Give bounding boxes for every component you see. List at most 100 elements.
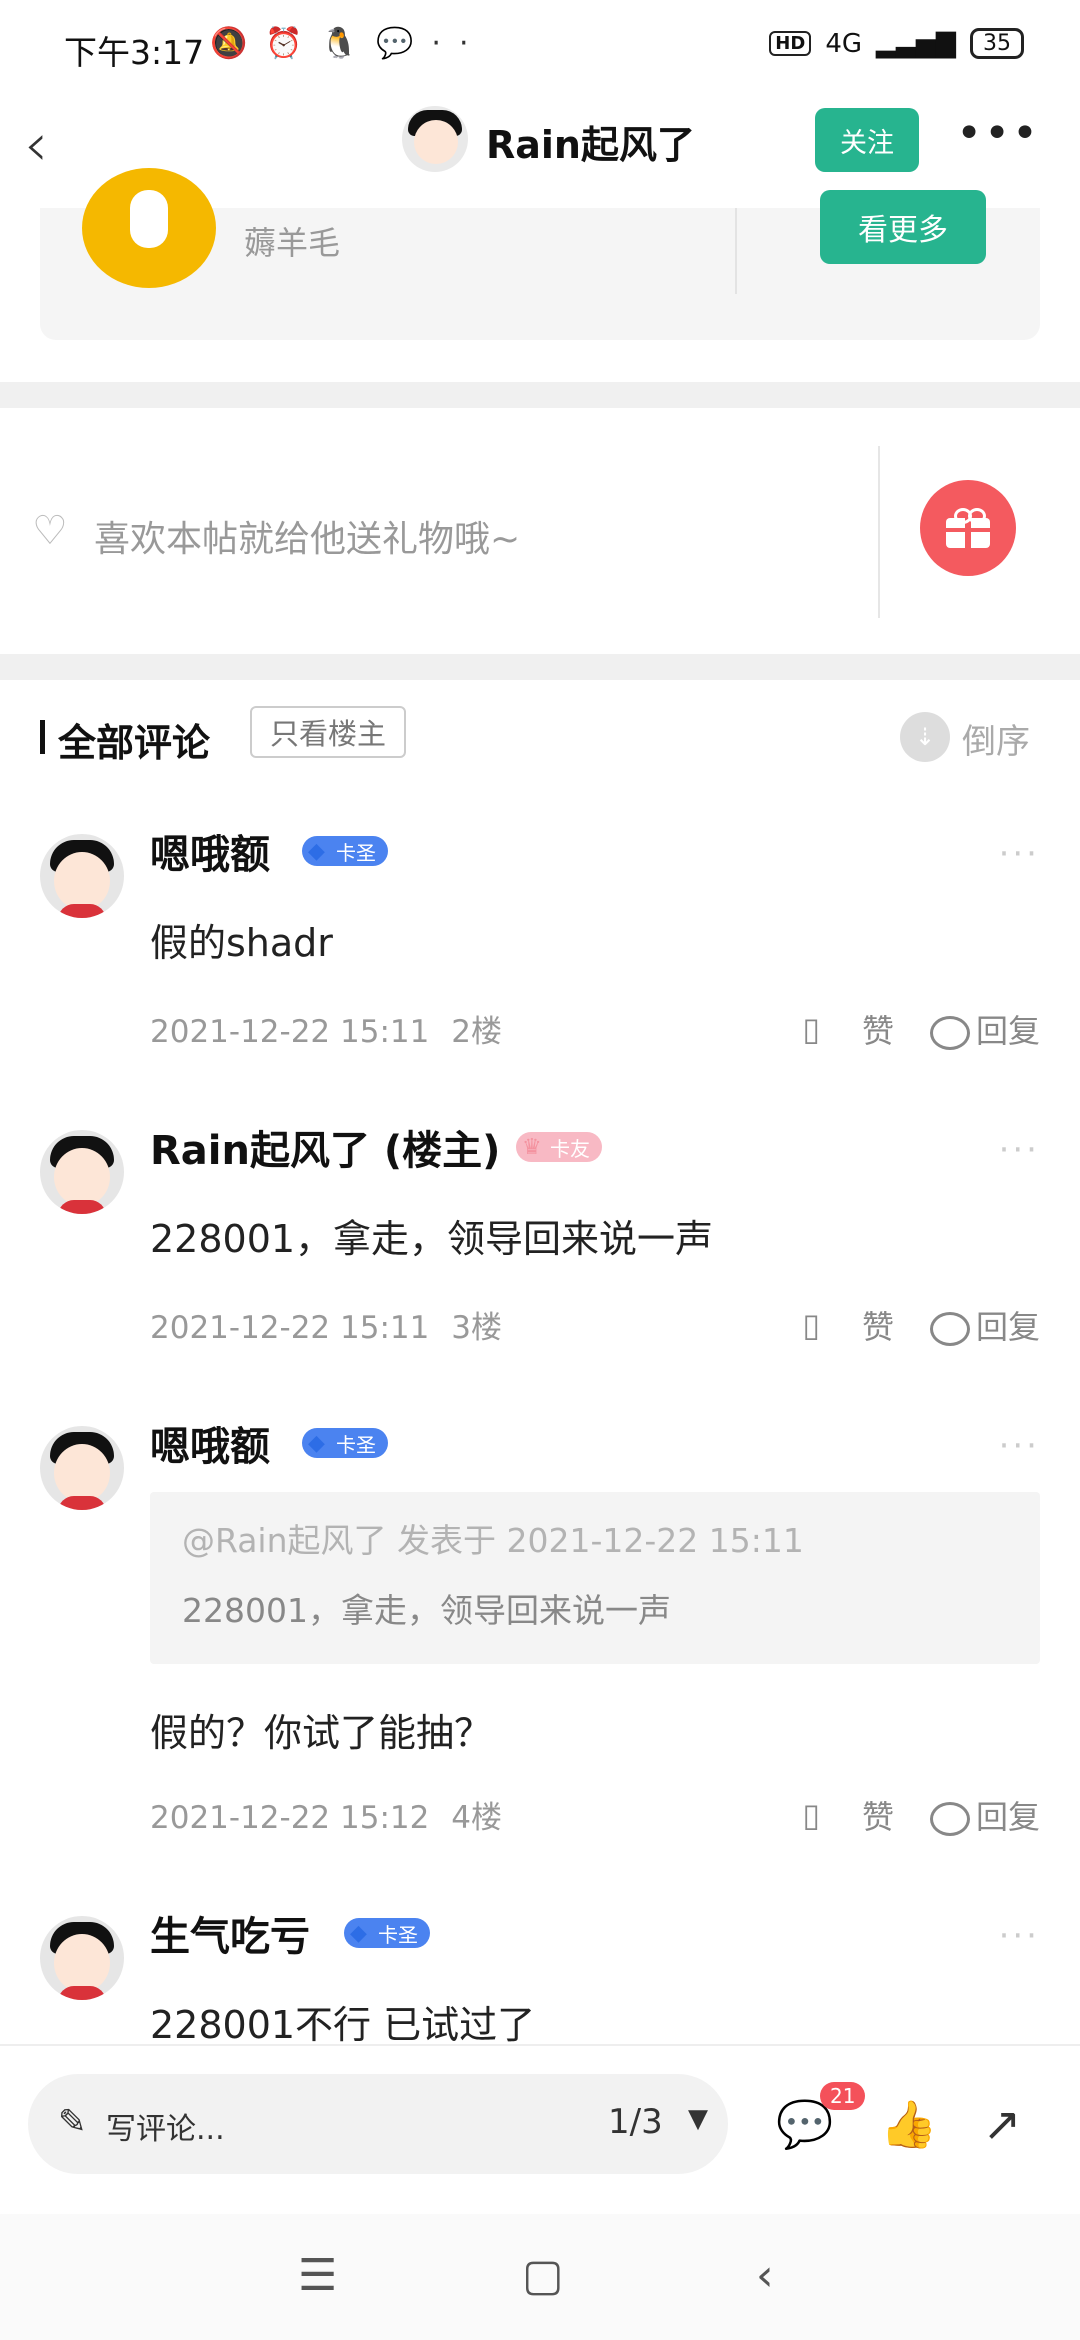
sort-icon[interactable]: ⇣: [900, 712, 950, 762]
comment-item: Rain起风了 (楼主) ♛ 卡友 ··· 228001，拿走，领导回来说一声 …: [0, 1086, 1080, 1384]
reply-bubble-icon: [929, 1802, 970, 1836]
gift-button[interactable]: [920, 480, 1016, 576]
badge-label: 卡圣: [336, 840, 376, 865]
comment-username[interactable]: 生气吃亏: [150, 1904, 310, 1962]
comment-time: 2021-12-22 15:11: [150, 1310, 430, 1346]
comment-meta: 2021-12-22 15:11 3楼: [150, 1302, 502, 1347]
comment-item: 生气吃亏 ◆ 卡圣 ··· 228001不行 已试过了: [0, 1872, 1080, 2047]
comment-time: 2021-12-22 15:11: [150, 1014, 430, 1050]
comment-more-icon[interactable]: ···: [999, 834, 1040, 874]
card-logo-inner: [130, 190, 168, 248]
user-badge: ◆ 卡圣: [344, 1918, 430, 1948]
comment-actions: ▯ 赞 回复: [802, 1006, 1040, 1052]
user-badge: ♛ 卡友: [516, 1132, 602, 1162]
comment-more-icon[interactable]: ···: [999, 1916, 1040, 1956]
like-button[interactable]: 赞: [862, 1302, 894, 1348]
quote-header: @Rain起风了 发表于 2021-12-22 15:11: [182, 1521, 804, 1560]
reply-button[interactable]: 回复: [929, 1006, 1040, 1052]
gift-divider: [878, 446, 880, 618]
badge-label: 卡圣: [378, 1922, 418, 1947]
status-right: HD 4G ▂▃▅▇ 35: [769, 28, 1024, 59]
comment-item: 嗯哦额 ◆ 卡圣 ··· @Rain起风了 发表于 2021-12-22 15:…: [0, 1382, 1080, 1874]
comment-username[interactable]: 嗯哦额: [150, 1414, 270, 1472]
comment-text: 228001不行 已试过了: [150, 2003, 536, 2047]
avatar-face: [54, 1148, 110, 1206]
author-name[interactable]: Rain起风了: [486, 114, 695, 169]
card-subtitle: 薅羊毛: [244, 224, 341, 262]
diamond-icon: ◆: [308, 1431, 325, 1456]
like-button[interactable]: 赞: [862, 1006, 894, 1052]
avatar[interactable]: [40, 1130, 124, 1214]
write-comment-placeholder: 写评论...: [106, 2112, 225, 2147]
page-indicator[interactable]: 1/3: [608, 2102, 663, 2142]
avatar-shirt: [58, 1496, 106, 1510]
comment-more-icon[interactable]: ···: [999, 1426, 1040, 1466]
hd-icon: HD: [769, 31, 812, 56]
sort-toggle[interactable]: 倒序: [962, 714, 1030, 763]
like-icon[interactable]: ▯: [802, 1306, 820, 1344]
network-label: 4G: [825, 28, 863, 59]
back-arrow-icon[interactable]: ‹: [24, 110, 48, 180]
comment-actions: ▯ 赞 回复: [802, 1792, 1040, 1838]
comment-count-badge: 21: [820, 2082, 866, 2110]
more-horizontal-icon[interactable]: •••: [956, 108, 1040, 159]
user-badge: ◆ 卡圣: [302, 1428, 388, 1458]
avatar-face: [54, 1934, 110, 1992]
comment-meta: 2021-12-22 15:11 2楼: [150, 1006, 502, 1051]
comment-username[interactable]: Rain起风了 (楼主): [150, 1118, 500, 1176]
user-badge: ◆ 卡圣: [302, 836, 388, 866]
only-op-filter[interactable]: 只看楼主: [250, 706, 407, 758]
comment-floor: 3楼: [451, 1310, 502, 1346]
gift-prompt: 喜欢本帖就给他送礼物哦~: [94, 519, 521, 560]
gift-row: ♡ 喜欢本帖就给他送礼物哦~: [0, 410, 1080, 654]
avatar-shirt: [58, 1200, 106, 1214]
signal-icon: ▂▃▅▇: [876, 28, 956, 59]
bottom-action-bar: ✎ 写评论... 1/3 ▼ 💬 21 👍 ↗: [0, 2044, 1080, 2216]
comment-time: 2021-12-22 15:12: [150, 1800, 430, 1836]
comment-username[interactable]: 嗯哦额: [150, 822, 270, 880]
like-icon[interactable]: ▯: [802, 1010, 820, 1048]
author-avatar[interactable]: [402, 106, 468, 172]
diamond-icon: ◆: [308, 839, 325, 864]
badge-label: 卡圣: [336, 1432, 376, 1457]
card-divider: [735, 208, 737, 294]
status-time: 下午3:17: [64, 33, 205, 72]
card-logo: [82, 168, 216, 288]
follow-button[interactable]: 关注: [815, 108, 919, 172]
system-nav-bar: ☰ ▢ ‹: [0, 2214, 1080, 2340]
comment-floor: 4楼: [451, 1800, 502, 1836]
comment-floor: 2楼: [451, 1014, 502, 1050]
like-icon[interactable]: ▯: [802, 1796, 820, 1834]
reply-button[interactable]: 回复: [929, 1792, 1040, 1838]
home-icon[interactable]: ▢: [522, 2250, 564, 2301]
reply-bubble-icon: [929, 1312, 970, 1346]
quoted-comment[interactable]: @Rain起风了 发表于 2021-12-22 15:11 228001，拿走，…: [150, 1492, 1040, 1664]
avatar-shirt: [58, 904, 106, 918]
share-icon[interactable]: ↗: [974, 2096, 1030, 2152]
menu-icon[interactable]: ☰: [298, 2250, 337, 2301]
quote-body: 228001，拿走，领导回来说一声: [182, 1591, 671, 1630]
write-comment-input[interactable]: ✎ 写评论... 1/3 ▼: [28, 2074, 728, 2174]
comment-more-icon[interactable]: ···: [999, 1130, 1040, 1170]
caret-down-icon[interactable]: ▼: [688, 2104, 708, 2134]
comments-title: 全部评论: [58, 721, 211, 765]
thumbs-up-icon[interactable]: 👍: [880, 2096, 937, 2152]
avatar-shirt: [58, 1986, 106, 2000]
comment-text: 假的？你试了能抽？: [150, 1711, 493, 1755]
pencil-icon: ✎: [58, 2102, 87, 2142]
avatar-face: [54, 852, 110, 910]
avatar-face: [54, 1444, 110, 1502]
like-button[interactable]: 赞: [862, 1792, 894, 1838]
comment-actions: ▯ 赞 回复: [802, 1302, 1040, 1348]
comment-item: 嗯哦额 ◆ 卡圣 ··· 假的shadr 2021-12-22 15:11 2楼…: [0, 790, 1080, 1088]
avatar[interactable]: [40, 834, 124, 918]
comments-header: 全部评论 只看楼主 ⇣ 倒序: [0, 680, 1080, 790]
back-icon[interactable]: ‹: [756, 2250, 774, 2301]
reply-button[interactable]: 回复: [929, 1302, 1040, 1348]
comment-text: 假的shadr: [150, 921, 333, 965]
avatar[interactable]: [40, 1426, 124, 1510]
section-separator: [0, 654, 1080, 680]
see-more-button[interactable]: 看更多: [820, 190, 986, 264]
avatar[interactable]: [40, 1916, 124, 2000]
status-notification-icons: 🔕⏰🐧💬··: [210, 26, 487, 61]
